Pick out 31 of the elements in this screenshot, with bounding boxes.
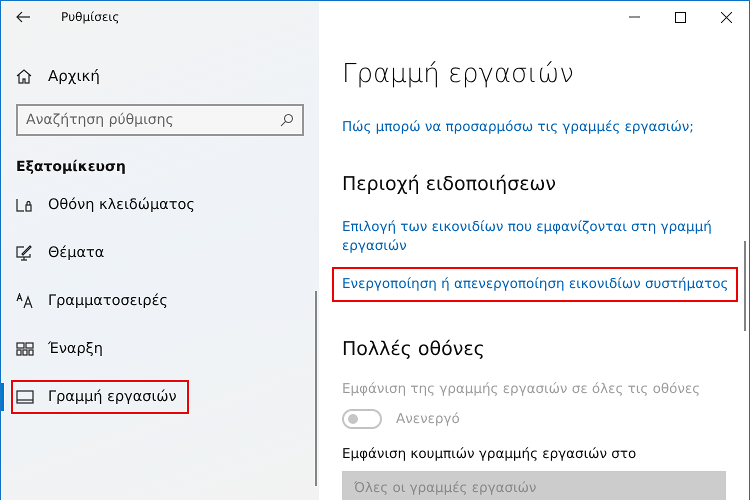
sidebar-item[interactable]: Γραμμή εργασιών	[11, 380, 189, 414]
section-heading: Πολλές οθόνες	[342, 337, 485, 362]
close-icon	[720, 12, 732, 22]
sidebar-item[interactable]: Θέματα	[11, 236, 116, 270]
search-field[interactable]: Αναζήτηση ρύθμισης	[16, 104, 304, 136]
taskbar-icon	[16, 390, 34, 404]
link[interactable]: Επιλογή των εικονιδίων που εμφανίζονται στη γραμμή εργασιών	[342, 218, 727, 256]
setting-label: Εμφάνιση κουμπιών γραμμής εργασιών στο	[342, 445, 636, 464]
home-icon	[16, 68, 32, 84]
section-heading: Περιοχή ειδοποιήσεων	[342, 172, 556, 197]
back-arrow-icon	[16, 11, 30, 23]
maximize-icon	[674, 12, 686, 22]
search-icon	[280, 113, 294, 127]
sidebar-item[interactable]: Γραμματοσειρές	[11, 284, 180, 318]
sidebar-item[interactable]: Οθόνη κλειδώματος	[11, 188, 207, 222]
minimize-icon	[628, 16, 640, 18]
tiles-icon	[16, 341, 34, 357]
lock-screen-icon	[16, 197, 32, 213]
scrollbar[interactable]	[315, 291, 317, 486]
page-title: Γραμμή εργασιών	[342, 58, 574, 91]
home-item[interactable]: Αρχική	[1, 52, 319, 100]
monitor-brush-icon	[16, 245, 32, 261]
fonts-icon	[16, 293, 34, 309]
sidebar-item[interactable]: Έναρξη	[11, 332, 115, 366]
link[interactable]: Ενεργοποίηση ή απενεργοποίηση εικονιδίων συστήματος	[332, 267, 738, 302]
scrollbar[interactable]	[744, 241, 746, 331]
window-title: Ρυθμίσεις	[61, 10, 120, 24]
setting-label: Εμφάνιση της γραμμής εργασιών σε όλες τις οθόνες	[342, 380, 700, 399]
link[interactable]: Πώς μπορώ να προσαρμόσω τις γραμμές εργασιών;	[342, 118, 694, 137]
toggle-state: Ανενεργό	[396, 411, 460, 427]
section-heading: Εξατομίκευση	[16, 158, 126, 177]
